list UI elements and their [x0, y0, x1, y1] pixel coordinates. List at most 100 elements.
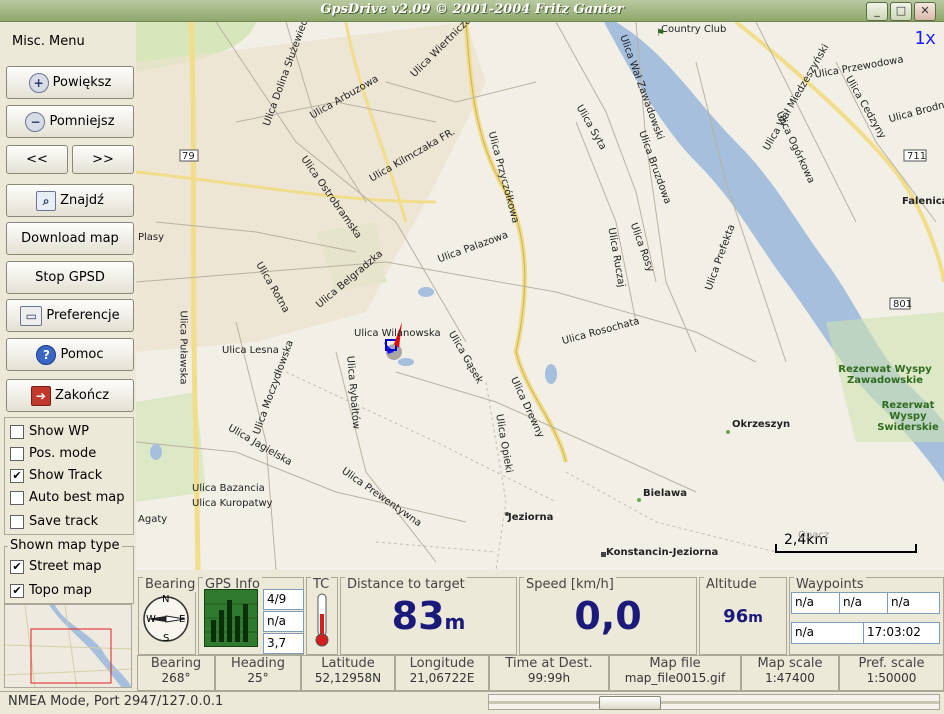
find-button[interactable]: ⌕ Znajdź: [6, 184, 134, 217]
street-map-checkbox[interactable]: ✔ Street map: [10, 559, 102, 574]
pref-scale-cell: Pref. scale 1:50000: [839, 655, 944, 691]
quit-label: Zakończ: [54, 388, 110, 403]
golf-flag-icon: ⚑: [656, 28, 665, 39]
checkbox-box: ✔: [10, 583, 24, 598]
road-number: 801: [893, 299, 913, 310]
map-label: Agaty: [138, 514, 168, 525]
title-bar[interactable]: GpsDrive v2.09 © 2001-2004 Fritz Ganter …: [0, 0, 944, 22]
map-label: Falenica: [902, 196, 944, 207]
slider-thumb[interactable]: [599, 696, 661, 710]
map-scale-cell: Map scale 1:47400: [741, 655, 839, 691]
overview-map[interactable]: [4, 604, 132, 688]
bearing-title: Bearing: [143, 577, 198, 592]
find-label: Znajdź: [60, 193, 104, 208]
status-text: NMEA Mode, Port 2947/127.0.0.1: [8, 694, 224, 709]
auto-best-map-checkbox[interactable]: Auto best map: [10, 490, 124, 505]
checkbox-box: [10, 514, 24, 529]
map-type-title: Shown map type: [8, 538, 122, 553]
road-number: 711: [907, 151, 927, 162]
cell-value: 25°: [247, 671, 269, 685]
maximize-button[interactable]: □: [890, 2, 912, 21]
distance-readout: 83m: [341, 594, 516, 638]
compass-n: N: [162, 594, 170, 605]
map-label: Rezerwat Wyspy Swiderskie: [877, 400, 939, 433]
cell-title: Latitude: [321, 656, 375, 671]
hdop-field: 3,7: [263, 633, 304, 654]
zoom-out-button[interactable]: − Pomniejsz: [6, 105, 134, 138]
quit-button[interactable]: ➔ Zakończ: [6, 379, 134, 412]
cell-value: 52,12958N: [314, 671, 382, 685]
checkbox-label: Auto best map: [29, 490, 125, 505]
misc-menu[interactable]: Misc. Menu: [12, 34, 85, 49]
exit-icon: ➔: [30, 385, 51, 406]
altitude-title: Altitude: [704, 577, 759, 592]
show-wp-checkbox[interactable]: Show WP: [10, 424, 89, 439]
prev-map-button[interactable]: <<: [6, 145, 68, 174]
preferences-button[interactable]: ▭ Preferencje: [6, 299, 134, 332]
waypoints-title: Waypoints: [794, 577, 866, 592]
help-label: Pomoc: [60, 347, 104, 362]
map-label: Okrzeszyn: [732, 419, 791, 430]
zoom-out-icon: −: [25, 111, 46, 132]
map-label: Opacz: [798, 530, 830, 541]
pos-mode-checkbox[interactable]: Pos. mode: [10, 446, 96, 461]
cell-title: Bearing: [150, 656, 202, 671]
map-label: Ulica Bazancia: [192, 483, 265, 494]
map-file-cell: Map file map_file0015.gif: [609, 655, 741, 691]
overview-map-drawing: [5, 605, 131, 687]
checkbox-box: [10, 424, 24, 439]
compass-e: E: [179, 614, 186, 625]
distance-title: Distance to target: [345, 577, 467, 592]
zoom-in-label: Powiększ: [52, 75, 112, 90]
save-track-checkbox[interactable]: Save track: [10, 514, 98, 529]
help-button[interactable]: ? Pomoc: [6, 338, 134, 371]
map-label: Plasy: [138, 232, 165, 243]
cell-value: 268°: [161, 671, 191, 685]
waypoint-field: n/a: [791, 592, 841, 614]
map-view[interactable]: 1x 2,4km Country Club Ulica Przewodowa F…: [136, 22, 944, 570]
waypoint-field: n/a: [791, 622, 865, 644]
scale-slider[interactable]: [488, 694, 940, 710]
waypoints-panel: Waypoints n/a n/a n/a n/a 17:03:02: [789, 577, 944, 655]
cell-title: Map file: [649, 656, 701, 671]
satellite-bars-icon: [205, 600, 257, 642]
zoom-in-button[interactable]: + Powiększ: [6, 66, 134, 99]
map-label: Konstancin-Jeziorna: [606, 547, 719, 558]
map-label: Country Club: [661, 24, 727, 35]
map-label: Ulica Wilanowska: [354, 328, 441, 339]
time-field: 17:03:02: [863, 622, 940, 644]
altitude-value: 96: [723, 606, 749, 627]
map-label: Ulica Puławska: [177, 310, 189, 385]
download-map-button[interactable]: Download map: [6, 222, 134, 255]
show-track-checkbox[interactable]: ✔ Show Track: [10, 468, 102, 483]
checkbox-box: [10, 490, 24, 505]
checkbox-label: Topo map: [29, 583, 92, 598]
gps-info-panel: GPS Info 4/9 n/a 3,7: [198, 577, 304, 655]
magnifier-icon: ⌕: [36, 190, 57, 211]
map-label: Jeziorna: [508, 512, 554, 523]
map-label: Ulica Lesna: [222, 345, 279, 356]
close-button[interactable]: ✕: [914, 2, 936, 21]
satellites-field: 4/9: [263, 589, 304, 610]
tc-title: TC: [311, 577, 332, 592]
minimize-button[interactable]: _: [866, 2, 888, 21]
zoom-in-icon: +: [28, 72, 49, 93]
thermometer-icon: [315, 593, 329, 647]
cell-value: 1:50000: [866, 671, 917, 685]
stop-gpsd-button[interactable]: Stop GPSD: [6, 261, 134, 294]
speed-value: 0,0: [574, 594, 642, 638]
satellite-signal-graph: [204, 589, 258, 647]
cell-title: Pref. scale: [858, 656, 925, 671]
zoom-indicator: 1x: [914, 28, 936, 49]
compass-w: W: [146, 614, 156, 625]
topo-map-checkbox[interactable]: ✔ Topo map: [10, 583, 92, 598]
distance-unit: m: [444, 610, 466, 634]
distance-panel: Distance to target 83m: [340, 577, 517, 655]
cell-value: 21,06722E: [409, 671, 475, 685]
waypoint-field: n/a: [839, 592, 889, 614]
map-label: Rezerwat Wyspy Zawadowskie: [838, 364, 932, 386]
time-at-dest-cell: Time at Dest. 99:99h: [489, 655, 609, 691]
help-icon: ?: [36, 344, 57, 365]
altitude-panel: Altitude 96m: [699, 577, 787, 655]
next-map-button[interactable]: >>: [72, 145, 134, 174]
